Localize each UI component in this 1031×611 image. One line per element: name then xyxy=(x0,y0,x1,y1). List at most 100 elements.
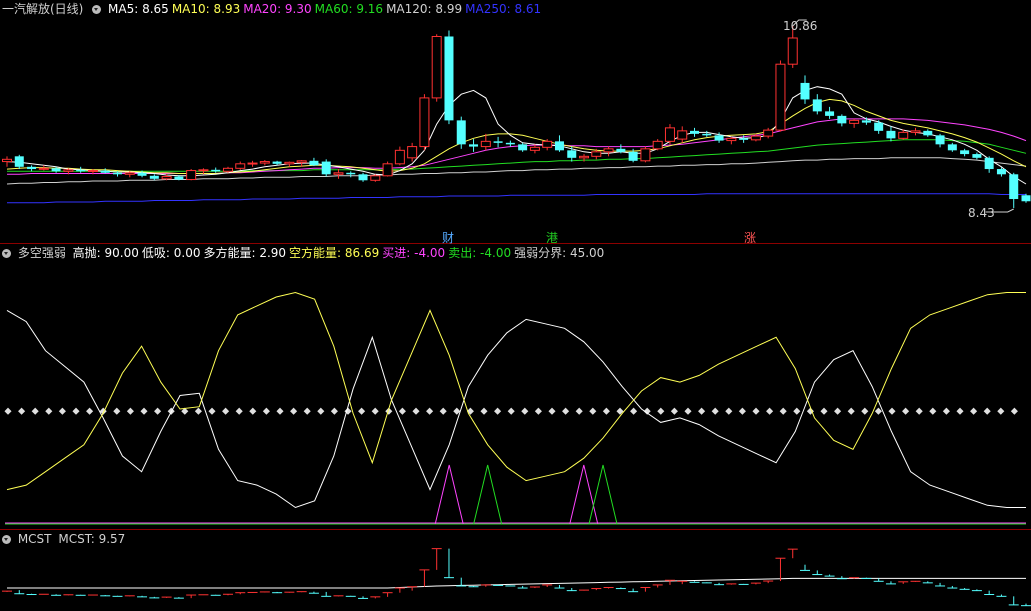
boundary-dot xyxy=(126,407,134,415)
boundary-dot xyxy=(562,407,570,415)
boundary-dot xyxy=(4,407,12,415)
candle-body-down xyxy=(27,166,37,170)
candle-body-up xyxy=(419,97,430,148)
candle-body-down xyxy=(321,161,331,175)
boundary-dot xyxy=(970,407,978,415)
candle-body-up xyxy=(186,170,197,181)
boundary-dot xyxy=(997,407,1005,415)
boundary-dot xyxy=(575,407,583,415)
candle-body-down xyxy=(493,141,503,143)
boundary-dot xyxy=(113,407,121,415)
candle-body-up xyxy=(664,127,675,142)
candle-body-up xyxy=(296,160,307,163)
candle-body-up xyxy=(480,140,491,148)
candle-body-up xyxy=(431,35,442,99)
candle-body-up xyxy=(603,148,614,153)
mcst-line xyxy=(7,577,1026,589)
boundary-dot xyxy=(820,407,828,415)
candle-body-down xyxy=(935,135,945,145)
boundary-dot xyxy=(942,407,950,415)
boundary-dot xyxy=(1010,407,1018,415)
candle-body-down xyxy=(456,120,466,145)
candle-body-down xyxy=(272,161,282,164)
event-tag-hk[interactable]: 港 xyxy=(546,229,558,246)
boundary-dot xyxy=(915,407,923,415)
candle-body-up xyxy=(198,169,209,172)
boundary-dot xyxy=(630,407,638,415)
boundary-dot xyxy=(929,407,937,415)
candle-body-down xyxy=(616,148,626,152)
boundary-dot xyxy=(154,407,162,415)
candle-body-down xyxy=(469,144,479,147)
candle-body-down xyxy=(825,111,835,116)
boundary-dot xyxy=(208,407,216,415)
boundary-dot xyxy=(670,407,678,415)
candle-body-down xyxy=(505,142,515,145)
boundary-dot xyxy=(847,407,855,415)
buy-signal-spike xyxy=(434,464,464,525)
boundary-dot xyxy=(902,407,910,415)
event-tag-finance[interactable]: 财 xyxy=(442,229,454,246)
mcst-chart[interactable] xyxy=(2,548,1031,607)
boundary-dot xyxy=(956,407,964,415)
boundary-dot xyxy=(589,407,597,415)
candle-body-down xyxy=(1009,174,1019,200)
candle-body-up xyxy=(652,140,663,150)
candle-body-up xyxy=(222,167,233,172)
candle-body-up xyxy=(407,146,418,159)
candle-body-up xyxy=(235,163,246,169)
boundary-dot xyxy=(194,407,202,415)
candle-body-down xyxy=(714,135,724,141)
price-chart[interactable] xyxy=(2,19,1031,213)
indicator-chart[interactable] xyxy=(4,291,1026,525)
candle-body-down xyxy=(984,157,994,170)
boundary-dot xyxy=(766,407,774,415)
candle-body-down xyxy=(837,115,847,124)
candle-body-up xyxy=(898,131,909,139)
candle-body-up xyxy=(259,161,270,164)
boundary-dot xyxy=(983,407,991,415)
candle-body-down xyxy=(518,144,528,151)
candle-body-down xyxy=(960,150,970,155)
boundary-dot xyxy=(861,407,869,415)
candle-body-up xyxy=(2,158,12,163)
low-price-label: 8.43 xyxy=(968,206,995,220)
boundary-dot xyxy=(725,407,733,415)
ma20-line xyxy=(7,118,1027,175)
stock-chart[interactable] xyxy=(0,0,1031,611)
boundary-dot xyxy=(398,407,406,415)
candle-body-up xyxy=(63,169,74,172)
candle-body-up xyxy=(333,172,344,175)
short-energy-line xyxy=(6,291,1026,491)
candle-body-up xyxy=(579,155,590,159)
candle-body-down xyxy=(346,172,356,175)
boundary-dot xyxy=(290,407,298,415)
boundary-dot xyxy=(480,407,488,415)
buy-signal-spike xyxy=(569,464,599,525)
boundary-dot xyxy=(262,407,270,415)
boundary-dot xyxy=(58,407,66,415)
sell-signal-spike xyxy=(473,464,503,525)
boundary-dot xyxy=(507,407,515,415)
candle-body-up xyxy=(640,148,651,162)
boundary-dot xyxy=(738,407,746,415)
boundary-dot xyxy=(31,407,39,415)
candle-body-down xyxy=(861,120,871,123)
candle-body-down xyxy=(211,169,221,172)
candle-body-down xyxy=(76,169,86,172)
candle-body-down xyxy=(972,154,982,158)
candle-body-up xyxy=(591,151,602,157)
boundary-dot xyxy=(371,407,379,415)
event-tag-limit-up[interactable]: 涨 xyxy=(744,229,756,246)
boundary-dot xyxy=(874,407,882,415)
candle-body-up xyxy=(124,172,135,175)
candle-body-up xyxy=(38,167,49,170)
candle-body-down xyxy=(739,138,749,140)
candle-body-down xyxy=(996,169,1006,175)
boundary-dot xyxy=(45,407,53,415)
boundary-dot xyxy=(602,407,610,415)
candle-body-down xyxy=(149,175,159,179)
boundary-dot xyxy=(711,407,719,415)
boundary-dot xyxy=(86,407,94,415)
candle-body-down xyxy=(690,130,700,134)
